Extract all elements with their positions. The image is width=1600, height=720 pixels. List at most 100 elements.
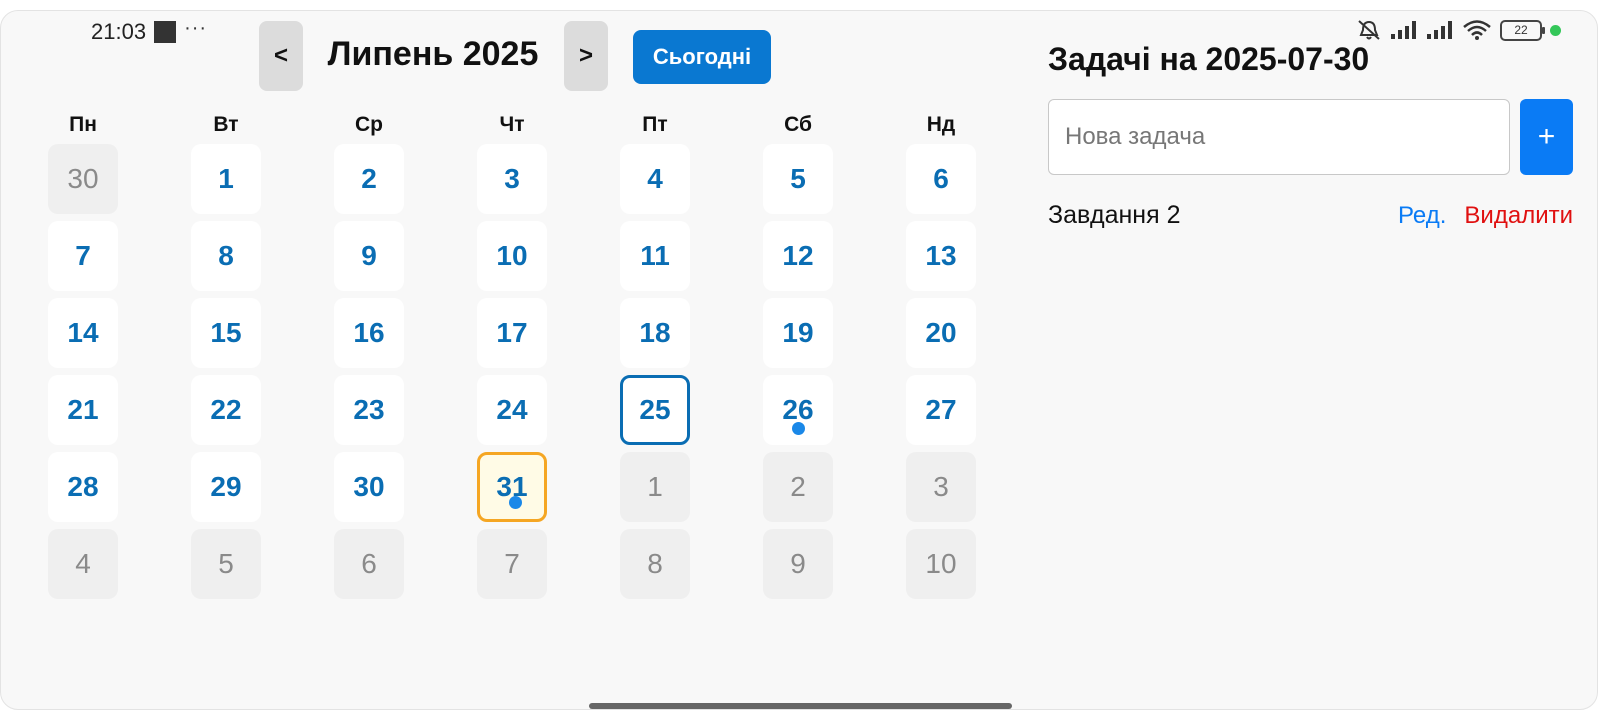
- calendar-day-number: 10: [925, 548, 957, 579]
- weekday-label: Сб: [784, 113, 812, 136]
- calendar-day-other-month[interactable]: 9: [763, 529, 833, 599]
- calendar-day-number: 24: [496, 394, 528, 425]
- calendar-day-number: 10: [496, 240, 528, 271]
- calendar-day[interactable]: 18: [620, 298, 690, 368]
- calendar-day-number: 8: [647, 548, 663, 579]
- calendar-day-number: 5: [218, 548, 234, 579]
- calendar-day-other-month[interactable]: 5: [191, 529, 261, 599]
- status-time: 21:03: [91, 19, 147, 44]
- green-dot-icon: [1550, 24, 1561, 36]
- calendar-day-number: 19: [782, 317, 814, 348]
- calendar-day-selected[interactable]: 25: [620, 375, 690, 445]
- calendar-day-number: 11: [640, 240, 670, 271]
- calendar-day[interactable]: 2: [334, 144, 404, 214]
- calendar-day[interactable]: 28: [48, 452, 118, 522]
- calendar-day-other-month[interactable]: 2: [763, 452, 833, 522]
- calendar-day[interactable]: 23: [334, 375, 404, 445]
- tasks-title: Задачі на 2025-07-30: [1048, 41, 1370, 77]
- calendar-day[interactable]: 12: [763, 221, 833, 291]
- new-task-input[interactable]: [1048, 99, 1510, 175]
- calendar-day[interactable]: 26: [763, 375, 833, 445]
- calendar-day[interactable]: 8: [191, 221, 261, 291]
- calendar-day-number: 15: [210, 317, 242, 348]
- add-task-button[interactable]: +: [1520, 99, 1573, 175]
- calendar-day-number: 1: [647, 471, 663, 502]
- calendar-day-today[interactable]: 31: [477, 452, 547, 522]
- today-button[interactable]: Сьогодні: [633, 30, 771, 84]
- calendar-day-other-month[interactable]: 6: [334, 529, 404, 599]
- calendar-day[interactable]: 15: [191, 298, 261, 368]
- calendar-day[interactable]: 10: [477, 221, 547, 291]
- stop-icon: [154, 21, 177, 43]
- edit-task-link[interactable]: Ред.: [1398, 202, 1446, 230]
- calendar-day-number: 27: [925, 394, 957, 425]
- calendar-day-number: 29: [210, 471, 242, 502]
- calendar-day-number: 28: [67, 471, 99, 502]
- calendar-day[interactable]: 14: [48, 298, 118, 368]
- calendar-day-number: 23: [353, 394, 385, 425]
- calendar-day[interactable]: 5: [763, 144, 833, 214]
- calendar-day[interactable]: 27: [906, 375, 976, 445]
- calendar-day[interactable]: 20: [906, 298, 976, 368]
- calendar-day[interactable]: 6: [906, 144, 976, 214]
- calendar-day-number: 7: [504, 548, 520, 579]
- calendar-day[interactable]: 21: [48, 375, 118, 445]
- calendar-day[interactable]: 1: [191, 144, 261, 214]
- task-text: Завдання 2: [1048, 201, 1181, 229]
- calendar-grid: 30 1 2 3 4 5 6 7 8 9 10 11 12 13 14 15 16 17 18 19 20 21 22 23 2…: [48, 144, 976, 599]
- calendar-day-number: 30: [353, 471, 385, 502]
- calendar-day[interactable]: 9: [334, 221, 404, 291]
- weekday-label: Пт: [642, 113, 668, 136]
- more-dots-icon: ···: [184, 16, 208, 39]
- battery-icon: 22: [1500, 19, 1545, 41]
- calendar-day[interactable]: 29: [191, 452, 261, 522]
- calendar-day-number: 18: [639, 317, 671, 348]
- weekday-header: Пн Вт Ср Чт Пт Сб Нд: [48, 113, 976, 137]
- weekday-label: Пн: [69, 113, 97, 136]
- calendar-day-other-month[interactable]: 1: [620, 452, 690, 522]
- next-month-button[interactable]: >: [564, 21, 608, 91]
- status-bar-right: 22: [1356, 19, 1561, 41]
- calendar-day[interactable]: 3: [477, 144, 547, 214]
- status-bar-left: 21:03 ···: [91, 16, 208, 45]
- calendar-day-other-month[interactable]: 8: [620, 529, 690, 599]
- calendar-day[interactable]: 4: [620, 144, 690, 214]
- calendar-day-number: 4: [75, 548, 91, 579]
- signal-icon: [1427, 21, 1452, 39]
- calendar-day-number: 30: [67, 163, 99, 194]
- calendar-day[interactable]: 7: [48, 221, 118, 291]
- calendar-day-number: 3: [504, 163, 520, 194]
- weekday-label: Чт: [499, 113, 525, 136]
- calendar-day[interactable]: 30: [334, 452, 404, 522]
- calendar-day-other-month[interactable]: 3: [906, 452, 976, 522]
- bell-muted-icon: [1358, 20, 1380, 40]
- calendar-day-number: 17: [496, 317, 528, 348]
- calendar-day-number: 25: [639, 394, 671, 425]
- prev-month-button[interactable]: <: [259, 21, 303, 91]
- calendar-day[interactable]: 19: [763, 298, 833, 368]
- home-indicator[interactable]: [589, 703, 1012, 709]
- calendar-day-number: 12: [782, 240, 814, 271]
- task-indicator-dot: [509, 496, 522, 509]
- calendar-day[interactable]: 22: [191, 375, 261, 445]
- calendar-day-number: 3: [933, 471, 949, 502]
- calendar-day[interactable]: 11: [620, 221, 690, 291]
- calendar-day-other-month[interactable]: 4: [48, 529, 118, 599]
- calendar-day-number: 6: [933, 163, 949, 194]
- calendar-day-number: 4: [647, 163, 663, 194]
- calendar-day-other-month[interactable]: 7: [477, 529, 547, 599]
- calendar-day[interactable]: 16: [334, 298, 404, 368]
- weekday-label: Нд: [926, 113, 956, 136]
- calendar-day-other-month[interactable]: 10: [906, 529, 976, 599]
- calendar-day[interactable]: 13: [906, 221, 976, 291]
- calendar-day[interactable]: 17: [477, 298, 547, 368]
- calendar-day-other-month[interactable]: 30: [48, 144, 118, 214]
- app-screen: 21:03 ··· 22 < Липень 2025 > Сьогодні Пн…: [0, 10, 1598, 710]
- delete-task-link[interactable]: Видалити: [1464, 202, 1573, 230]
- weekday-label: Ср: [355, 113, 383, 136]
- calendar-day[interactable]: 24: [477, 375, 547, 445]
- calendar-day-number: 1: [218, 163, 234, 194]
- calendar-day-number: 6: [361, 548, 377, 579]
- calendar-day-number: 20: [925, 317, 957, 348]
- calendar-day-number: 7: [75, 240, 91, 271]
